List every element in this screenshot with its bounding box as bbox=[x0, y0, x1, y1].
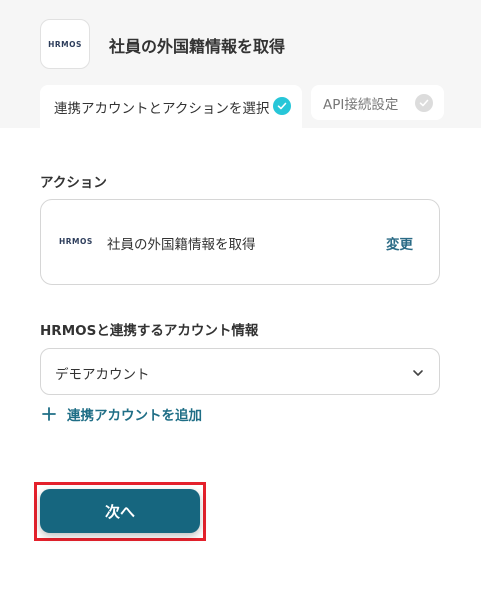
page-title: 社員の外国籍情報を取得 bbox=[109, 37, 286, 56]
page-header: HRMOS 社員の外国籍情報を取得 連携アカウントとアクションを選択 API接続… bbox=[0, 0, 481, 128]
check-icon bbox=[415, 94, 433, 112]
hrmos-logo: HRMOS bbox=[59, 237, 93, 246]
account-select-value: デモアカウント bbox=[55, 367, 150, 383]
check-icon bbox=[273, 97, 291, 115]
tab-api-settings[interactable]: API接続設定 bbox=[311, 85, 444, 120]
hrmos-logo-text: HRMOS bbox=[48, 39, 82, 49]
account-section-label: HRMOSと連携するアカウント情報 bbox=[40, 323, 259, 339]
account-select[interactable]: デモアカウント bbox=[40, 348, 440, 395]
add-account-link[interactable]: 連携アカウントを追加 bbox=[41, 404, 202, 424]
tab-account-action[interactable]: 連携アカウントとアクションを選択 bbox=[40, 85, 302, 128]
next-button[interactable]: 次へ bbox=[40, 489, 200, 533]
add-account-label: 連携アカウントを追加 bbox=[67, 408, 202, 424]
tab-api-settings-label: API接続設定 bbox=[323, 96, 399, 113]
action-name: 社員の外国籍情報を取得 bbox=[107, 237, 256, 253]
change-action-link[interactable]: 変更 bbox=[386, 233, 413, 253]
chevron-down-icon bbox=[413, 370, 423, 376]
action-card: HRMOS 社員の外国籍情報を取得 変更 bbox=[40, 199, 440, 285]
plus-icon bbox=[42, 407, 56, 421]
action-section-label: アクション bbox=[40, 175, 107, 191]
hrmos-logo: HRMOS bbox=[40, 19, 90, 69]
tab-account-action-label: 連携アカウントとアクションを選択 bbox=[54, 100, 270, 117]
